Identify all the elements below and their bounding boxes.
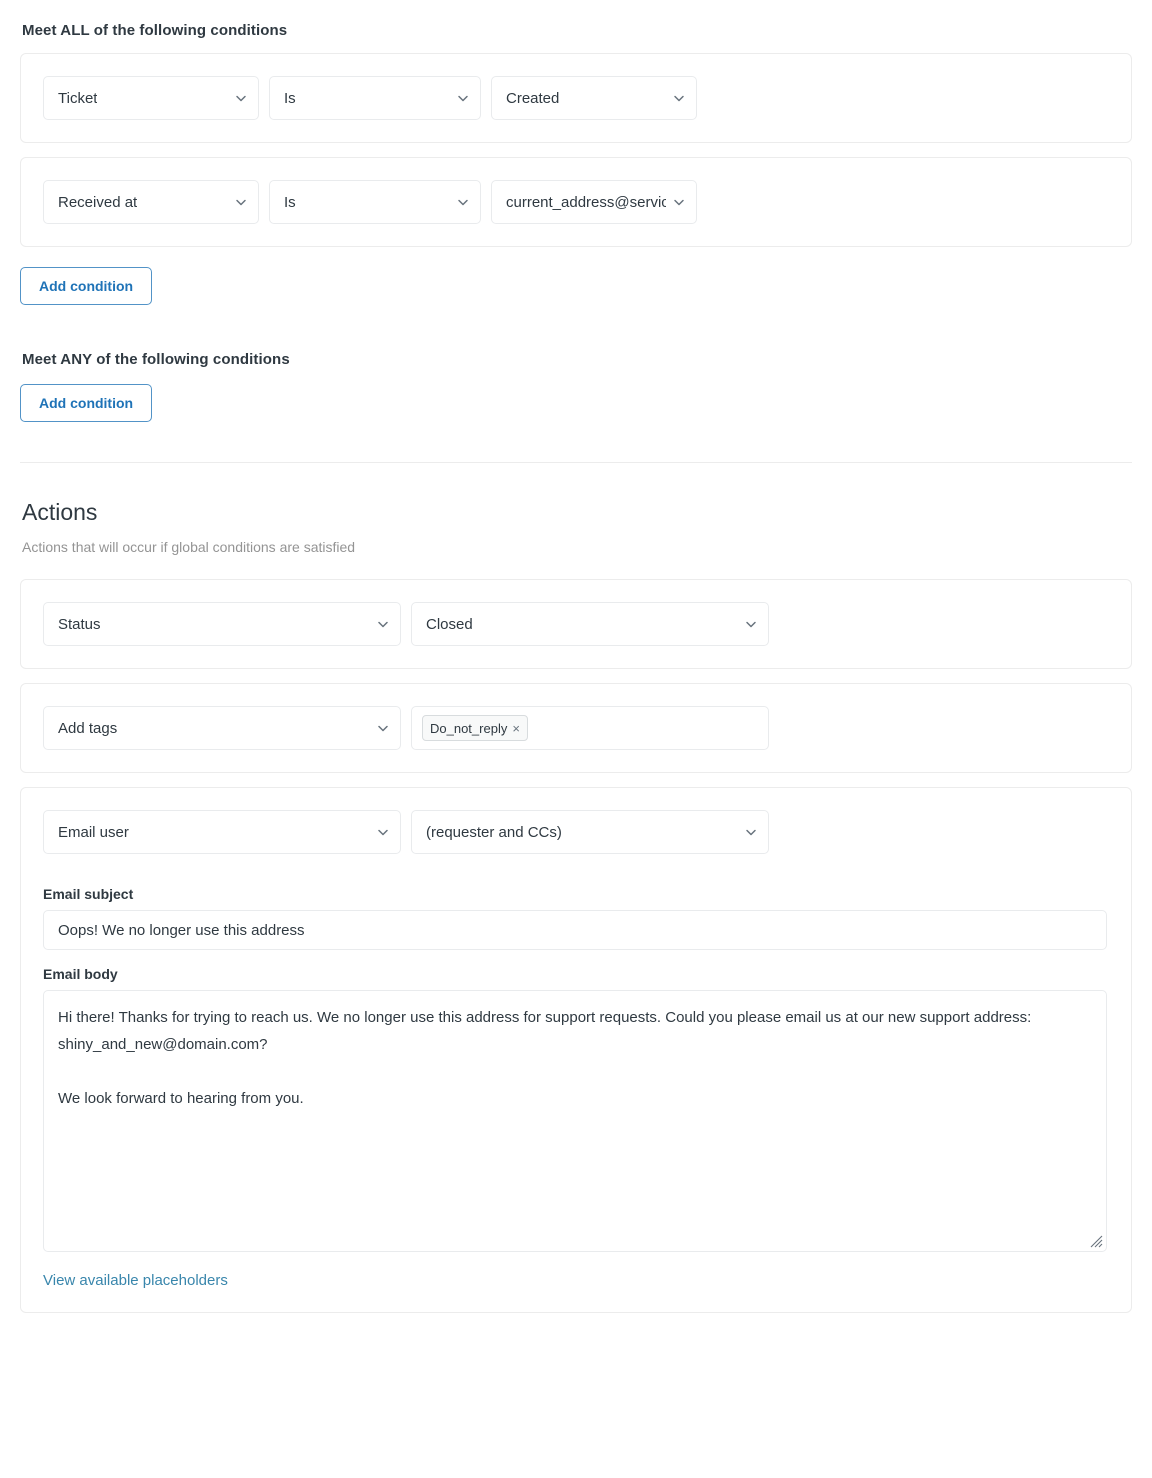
action-row: Email user (requester and CCs): [21, 788, 1131, 876]
add-condition-any-wrap: Add condition: [20, 368, 1132, 422]
email-subject-label: Email subject: [43, 886, 134, 902]
action-type-value: Add tags: [58, 719, 118, 737]
condition-operator-value: Is: [284, 193, 296, 211]
action-type-value: Email user: [58, 823, 129, 841]
condition-value-select[interactable]: Created: [491, 76, 697, 120]
action-type-select[interactable]: Status: [43, 602, 401, 646]
tag-chip-label: Do_not_reply: [430, 720, 508, 736]
action-card-tags: Add tags Do_not_reply ×: [20, 683, 1132, 773]
action-row: Status Closed: [21, 580, 1131, 668]
action-card-status: Status Closed: [20, 579, 1132, 669]
tag-chip[interactable]: Do_not_reply ×: [422, 715, 528, 741]
action-value-select[interactable]: Closed: [411, 602, 769, 646]
chevron-down-icon: [377, 618, 389, 630]
chevron-down-icon: [235, 196, 247, 208]
condition-operator-select[interactable]: Is: [269, 76, 481, 120]
conditions-any-heading: Meet ANY of the following conditions: [22, 351, 290, 368]
automation-editor-page: Meet ALL of the following conditions Tic…: [0, 0, 1152, 1313]
actions-subtitle: Actions that will occur if global condit…: [22, 539, 356, 555]
condition-field-select[interactable]: Ticket: [43, 76, 259, 120]
condition-card: Received at Is current_address@service.c…: [20, 157, 1132, 247]
chevron-down-icon: [745, 618, 757, 630]
condition-value-text: Created: [506, 89, 560, 107]
chevron-down-icon: [457, 92, 469, 104]
email-recipient-value: (requester and CCs): [426, 823, 562, 841]
action-type-select[interactable]: Add tags: [43, 706, 401, 750]
condition-operator-value: Is: [284, 89, 296, 107]
add-condition-all-button[interactable]: Add condition: [20, 267, 153, 305]
action-type-value: Status: [58, 615, 101, 633]
chevron-down-icon: [745, 826, 757, 838]
email-body-label: Email body: [43, 966, 118, 982]
email-body-wrap: [43, 990, 1107, 1252]
condition-operator-select[interactable]: Is: [269, 180, 481, 224]
condition-value-text: current_address@service.com: [506, 193, 666, 211]
action-row: Add tags Do_not_reply ×: [21, 684, 1131, 772]
condition-field-select[interactable]: Received at: [43, 180, 259, 224]
conditions-all-heading: Meet ALL of the following conditions: [22, 22, 288, 39]
chevron-down-icon: [457, 196, 469, 208]
email-body-textarea[interactable]: [43, 990, 1107, 1252]
email-subject-input[interactable]: [43, 910, 1107, 950]
condition-row: Received at Is current_address@service.c…: [21, 158, 1131, 246]
chevron-down-icon: [377, 722, 389, 734]
chevron-down-icon: [673, 92, 685, 104]
condition-value-select[interactable]: current_address@service.com: [491, 180, 697, 224]
add-condition-any-button[interactable]: Add condition: [20, 384, 153, 422]
condition-row: Ticket Is Created: [21, 54, 1131, 142]
chevron-down-icon: [235, 92, 247, 104]
email-recipient-select[interactable]: (requester and CCs): [411, 810, 769, 854]
add-condition-all-wrap: Add condition: [20, 247, 1132, 305]
action-value-text: Closed: [426, 615, 473, 633]
chevron-down-icon: [377, 826, 389, 838]
tags-input-field[interactable]: Do_not_reply ×: [411, 706, 769, 750]
condition-field-value: Ticket: [58, 89, 98, 107]
actions-title: Actions: [22, 499, 98, 525]
action-card-email: Email user (requester and CCs) Email sub…: [20, 787, 1132, 1313]
condition-field-value: Received at: [58, 193, 138, 211]
close-icon[interactable]: ×: [512, 722, 520, 735]
action-type-select[interactable]: Email user: [43, 810, 401, 854]
chevron-down-icon: [673, 196, 685, 208]
view-placeholders-link[interactable]: View available placeholders: [43, 1272, 228, 1289]
condition-card: Ticket Is Created: [20, 53, 1132, 143]
